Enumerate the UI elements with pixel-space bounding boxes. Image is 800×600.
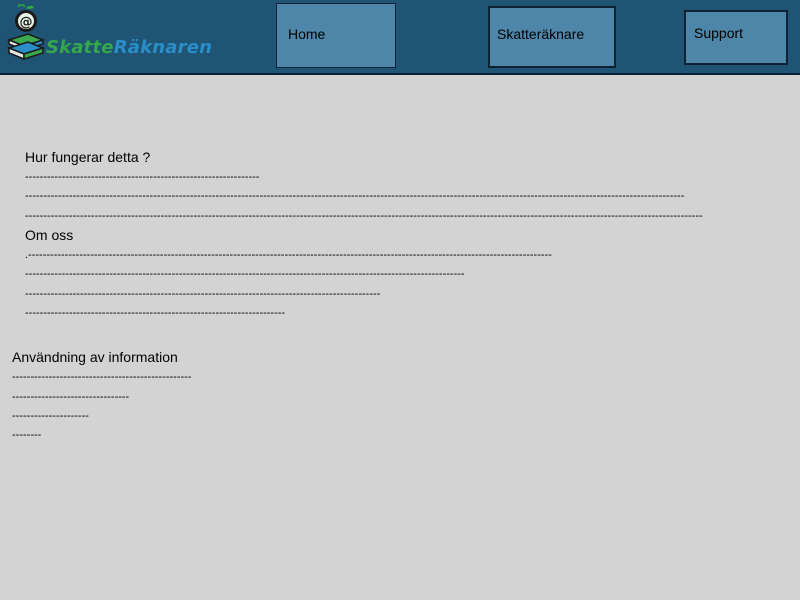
placeholder-text-line: .---------------------------------------…	[25, 249, 552, 261]
placeholder-text-line: --------------------------------	[12, 391, 130, 403]
placeholder-text-line: --------	[12, 429, 42, 441]
logo-wordmark: SkatteRäknaren	[46, 37, 212, 58]
section-heading-about-us: Om oss	[25, 227, 74, 243]
placeholder-text-line: ----------------------------------------…	[25, 171, 260, 183]
section-heading-how-it-works: Hur fungerar detta ?	[25, 149, 151, 165]
nav-support-button[interactable]: Support	[684, 10, 788, 65]
nav-calculator-button[interactable]: Skatteräknare	[488, 6, 616, 68]
placeholder-text-line: ----------------------------------------…	[12, 371, 192, 383]
logo-text-raknaren: Räknaren	[113, 37, 213, 58]
nav-calculator-label: Skatteräknare	[497, 26, 585, 42]
section-heading-information-usage: Användning av information	[12, 349, 178, 365]
nav-support-label: Support	[694, 25, 744, 41]
top-navigation-bar: @ SkatteRäknaren Home Skatteräknare Supp…	[0, 0, 800, 75]
placeholder-text-line: ---------------------	[12, 410, 89, 422]
placeholder-text-line: ----------------------------------------…	[25, 190, 685, 202]
placeholder-text-line: ----------------------------------------…	[25, 307, 286, 319]
site-logo[interactable]: @ SkatteRäknaren	[6, 4, 212, 70]
placeholder-text-line: ----------------------------------------…	[25, 210, 703, 222]
nav-home-label: Home	[288, 26, 326, 42]
books-at-icon: @	[6, 4, 46, 61]
nav-home-button[interactable]: Home	[276, 3, 396, 68]
placeholder-text-line: ----------------------------------------…	[25, 268, 465, 280]
logo-at-symbol: @	[20, 15, 33, 30]
logo-text-skatte: Skatte	[46, 37, 114, 58]
placeholder-text-line: ----------------------------------------…	[25, 288, 381, 300]
